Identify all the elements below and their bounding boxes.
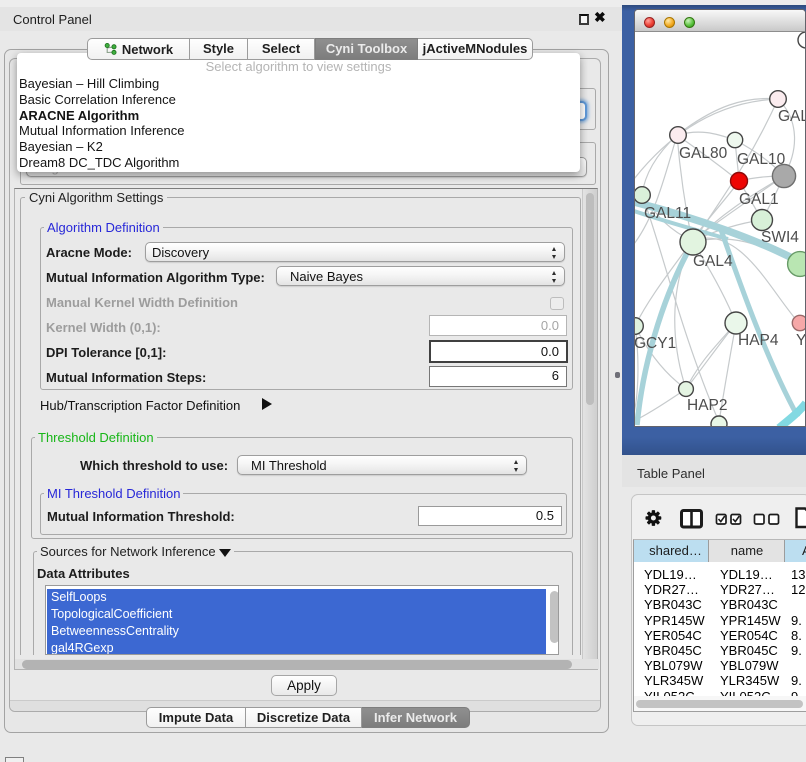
svg-text:GAL4: GAL4 (693, 253, 733, 270)
svg-text:GAL11: GAL11 (644, 205, 691, 222)
svg-text:SWI4: SWI4 (761, 229, 799, 246)
svg-text:GAL80: GAL80 (679, 145, 728, 162)
svg-text:GCY1: GCY1 (634, 335, 676, 352)
svg-text:GAL7: GAL7 (778, 108, 806, 125)
svg-text:HAP4: HAP4 (738, 332, 779, 349)
svg-text:HAP2: HAP2 (687, 397, 728, 414)
svg-text:GAL1: GAL1 (739, 191, 779, 208)
svg-text:GAL10: GAL10 (737, 151, 786, 168)
svg-text:Y: Y (796, 332, 806, 349)
